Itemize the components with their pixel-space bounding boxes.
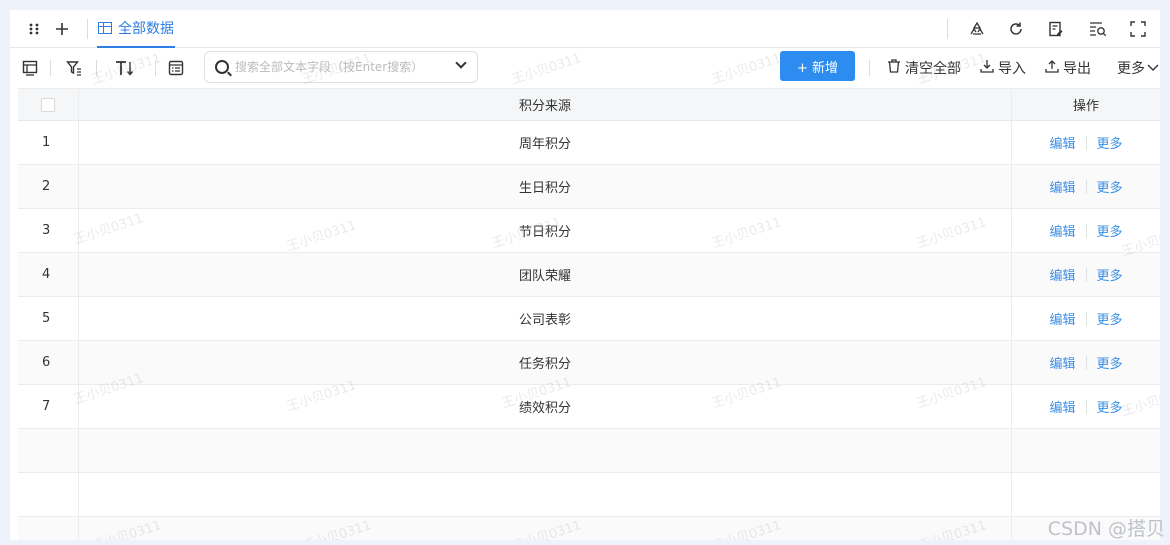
edit-button[interactable]: 编辑 bbox=[1049, 309, 1075, 328]
export-icon bbox=[1045, 59, 1059, 77]
trash-icon bbox=[887, 59, 901, 77]
empty-row[interactable] bbox=[18, 473, 1160, 517]
row-index: 3 bbox=[42, 223, 51, 238]
divider bbox=[1085, 355, 1087, 370]
divider bbox=[1085, 399, 1087, 414]
row-index: 2 bbox=[42, 179, 51, 194]
empty-row[interactable] bbox=[18, 429, 1160, 473]
clear-all-label: 清空全部 bbox=[905, 61, 961, 77]
main-panel: 全部数据 搜索全部文本字段（按Enter搜索） + 新增 清空全部 导入 导出 … bbox=[10, 10, 1160, 540]
row-more-button[interactable]: 更多 bbox=[1097, 133, 1123, 152]
refresh-icon[interactable] bbox=[1006, 19, 1026, 39]
row-index: 7 bbox=[42, 399, 51, 414]
export-button[interactable]: 导出 bbox=[1045, 58, 1091, 78]
row-source[interactable]: 团队荣耀 bbox=[519, 265, 571, 284]
drag-handle-icon[interactable] bbox=[24, 19, 44, 39]
form-icon[interactable] bbox=[166, 58, 186, 78]
divider bbox=[1085, 267, 1087, 282]
add-record-button[interactable]: + 新增 bbox=[780, 51, 855, 81]
row-source[interactable]: 绩效积分 bbox=[519, 397, 571, 416]
table-row[interactable]: 1 周年积分 编辑 更多 bbox=[18, 121, 1160, 165]
row-more-button[interactable]: 更多 bbox=[1097, 221, 1123, 240]
row-source[interactable]: 任务积分 bbox=[519, 353, 571, 372]
table-row[interactable]: 3 节日积分 编辑 更多 bbox=[18, 209, 1160, 253]
fullscreen-icon[interactable] bbox=[1128, 19, 1148, 39]
import-icon bbox=[980, 59, 994, 77]
import-button[interactable]: 导入 bbox=[980, 58, 1026, 78]
export-label: 导出 bbox=[1063, 61, 1091, 77]
edit-button[interactable]: 编辑 bbox=[1049, 265, 1075, 284]
divider bbox=[96, 60, 97, 76]
divider bbox=[947, 19, 948, 39]
column-header-source[interactable]: 积分来源 bbox=[519, 95, 571, 114]
row-more-button[interactable]: 更多 bbox=[1097, 353, 1123, 372]
search-icon bbox=[215, 60, 229, 74]
divider bbox=[869, 60, 870, 76]
row-more-button[interactable]: 更多 bbox=[1097, 397, 1123, 416]
row-source[interactable]: 生日积分 bbox=[519, 177, 571, 196]
row-index: 1 bbox=[42, 135, 51, 150]
recycle-icon[interactable] bbox=[967, 19, 987, 39]
table-header: 积分来源 操作 bbox=[18, 88, 1160, 121]
row-source[interactable]: 节日积分 bbox=[519, 221, 571, 240]
edit-button[interactable]: 编辑 bbox=[1049, 353, 1075, 372]
edit-button[interactable]: 编辑 bbox=[1049, 177, 1075, 196]
edit-log-icon[interactable] bbox=[1046, 19, 1066, 39]
divider bbox=[155, 60, 156, 76]
import-label: 导入 bbox=[998, 61, 1026, 77]
table-row[interactable]: 2 生日积分 编辑 更多 bbox=[18, 165, 1160, 209]
tab-all-data-label: 全部数据 bbox=[118, 21, 174, 37]
clear-all-button[interactable]: 清空全部 bbox=[887, 58, 961, 78]
chevron-down-icon bbox=[1147, 60, 1159, 76]
row-source[interactable]: 周年积分 bbox=[519, 133, 571, 152]
row-more-button[interactable]: 更多 bbox=[1097, 265, 1123, 284]
search-box[interactable] bbox=[204, 51, 478, 83]
credit-text: CSDN @搭贝 bbox=[1047, 518, 1165, 540]
tab-bar: 全部数据 bbox=[10, 10, 1160, 48]
row-index: 4 bbox=[42, 267, 51, 282]
filter-icon[interactable] bbox=[64, 58, 84, 78]
select-all-checkbox[interactable] bbox=[41, 97, 55, 112]
tab-all-data[interactable]: 全部数据 bbox=[97, 10, 175, 48]
divider bbox=[1085, 311, 1087, 326]
edit-button[interactable]: 编辑 bbox=[1049, 397, 1075, 416]
column-header-actions: 操作 bbox=[1072, 99, 1099, 114]
row-index: 5 bbox=[42, 311, 51, 326]
more-dropdown[interactable]: 更多 bbox=[1117, 58, 1159, 78]
divider bbox=[1085, 179, 1087, 194]
table-row[interactable]: 5 公司表彰 编辑 更多 bbox=[18, 297, 1160, 341]
chevron-down-icon[interactable] bbox=[455, 57, 467, 69]
row-more-button[interactable]: 更多 bbox=[1097, 309, 1123, 328]
table-row[interactable]: 4 团队荣耀 编辑 更多 bbox=[18, 253, 1160, 297]
divider bbox=[50, 60, 51, 76]
table-icon bbox=[98, 22, 112, 34]
divider bbox=[1085, 223, 1087, 238]
empty-row[interactable] bbox=[18, 517, 1160, 540]
layout-icon[interactable] bbox=[20, 58, 40, 78]
table-row[interactable]: 7 绩效积分 编辑 更多 bbox=[18, 385, 1160, 429]
search-input[interactable] bbox=[235, 60, 445, 74]
divider bbox=[1085, 135, 1087, 150]
add-icon[interactable] bbox=[52, 19, 72, 39]
toolbar: + 新增 清空全部 导入 导出 更多 bbox=[10, 48, 1160, 88]
row-source[interactable]: 公司表彰 bbox=[519, 309, 571, 328]
divider bbox=[87, 19, 88, 39]
search-list-icon[interactable] bbox=[1088, 19, 1108, 39]
edit-button[interactable]: 编辑 bbox=[1049, 221, 1075, 240]
table-row[interactable]: 6 任务积分 编辑 更多 bbox=[18, 341, 1160, 385]
more-label: 更多 bbox=[1117, 61, 1145, 77]
edit-button[interactable]: 编辑 bbox=[1049, 133, 1075, 152]
row-index: 6 bbox=[42, 355, 51, 370]
row-more-button[interactable]: 更多 bbox=[1097, 177, 1123, 196]
text-size-icon[interactable] bbox=[112, 58, 138, 78]
